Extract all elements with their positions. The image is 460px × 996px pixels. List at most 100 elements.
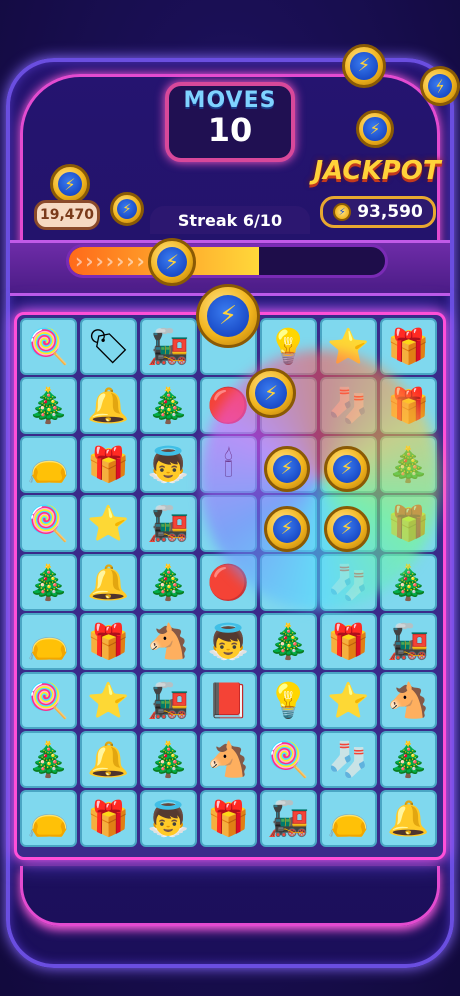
tile-star[interactable]: ⭐	[320, 318, 377, 375]
wreath-icon: 🎄	[27, 739, 70, 780]
jackpot-value: 93,590	[357, 202, 423, 222]
tile-gift-box[interactable]: 🎁	[80, 436, 137, 493]
tile-stocking[interactable]: 🧦	[320, 377, 377, 434]
angel-icon: 👼	[207, 621, 250, 662]
bonus-coin-icon: ⚡	[264, 506, 310, 552]
wreath-icon: 🎄	[267, 621, 310, 662]
toy-train-icon: 🚂	[267, 798, 310, 839]
candy-cane-icon: 🍭	[267, 739, 310, 780]
tile-christmas-tree[interactable]: 🎄	[140, 731, 197, 788]
tile-bells[interactable]: 🔔	[80, 731, 137, 788]
gift-box-icon: 🎁	[87, 621, 130, 662]
christmas-tree-icon: 🎄	[147, 562, 190, 603]
flying-coin-icon: ⚡	[110, 192, 144, 226]
tile-santa-sack[interactable]: 👝	[20, 436, 77, 493]
tile-wreath[interactable]: 🎄	[380, 731, 437, 788]
tile-star[interactable]: ⭐	[80, 495, 137, 552]
tile-wreath[interactable]: 🎄	[20, 377, 77, 434]
candle-icon: 🕯	[223, 444, 234, 485]
tile-toy-train[interactable]: 🚂	[140, 495, 197, 552]
tile-christmas-tree[interactable]: 🎄	[140, 554, 197, 611]
tile-ornament[interactable]: 🔴	[200, 554, 257, 611]
tile-toy-train[interactable]: 🚂	[140, 318, 197, 375]
tile-angel[interactable]: 👼	[140, 790, 197, 847]
falling-coin-icon: ⚡	[246, 368, 296, 418]
moves-counter: MOVES 10	[165, 82, 295, 162]
santa-sack-icon: 👝	[27, 621, 70, 662]
balance-coin-icon: ⚡	[50, 164, 90, 204]
tile-star[interactable]: ⭐	[320, 672, 377, 729]
tile-bells[interactable]: 🔔	[80, 554, 137, 611]
tile-christmas-tree[interactable]: 🎄	[380, 554, 437, 611]
tile-santa-sack[interactable]: 👝	[20, 790, 77, 847]
wreath-icon: 🎄	[27, 562, 70, 603]
tile-empty[interactable]	[260, 554, 317, 611]
angel-icon: 👼	[147, 798, 190, 839]
stocking-icon: 🧦	[327, 739, 370, 780]
rocking-horse-icon: 🐴	[147, 621, 190, 662]
game-board[interactable]: 🍭 🏷 🚂 💡 ⭐ 🎁 🎄 🔔 🎄 🔴 🧦 🎁 👝 🎁 👼 🕯 🎄 🍭 ⭐ 🚂 🎁 🎄 🔔 🎄 🔴 🧦 🎄 👝 🎁 🐴 👼 🎄 🎁 🚂 🍭 ⭐ 🚂 📕 💡 ⭐…	[20, 318, 440, 854]
gift-box-icon: 🎁	[327, 621, 370, 662]
tile-toy-train[interactable]: 🚂	[140, 672, 197, 729]
stocking-icon: 🧦	[327, 385, 370, 426]
ornament-icon: 🔴	[207, 562, 250, 603]
toy-train-icon: 🚂	[147, 503, 190, 544]
tile-bells[interactable]: 🔔	[80, 377, 137, 434]
tile-santa-sack[interactable]: 👝	[320, 790, 377, 847]
tile-candy-cane[interactable]: 🍭	[20, 318, 77, 375]
tile-angel[interactable]: 👼	[140, 436, 197, 493]
tile-wreath[interactable]: 🎄	[20, 554, 77, 611]
tile-rocking-horse[interactable]: 🐴	[380, 672, 437, 729]
bells-icon: 🔔	[87, 562, 130, 603]
tile-wreath[interactable]: 🎄	[380, 436, 437, 493]
toy-train-icon: 🚂	[387, 621, 430, 662]
rocking-horse-icon: 🐴	[207, 739, 250, 780]
santa-sack-icon: 👝	[27, 798, 70, 839]
wreath-icon: 🎄	[27, 385, 70, 426]
tile-candy-cane[interactable]: 🍭	[20, 495, 77, 552]
bells-icon: 🔔	[387, 798, 430, 839]
star-icon: ⭐	[87, 503, 130, 544]
tile-bells[interactable]: 🔔	[380, 790, 437, 847]
tile-storybook[interactable]: 📕	[200, 672, 257, 729]
jackpot-amount: ⚡ 93,590	[320, 196, 436, 228]
coin-balance: 19,470	[34, 200, 100, 230]
tile-candy-cane[interactable]: 🍭	[20, 672, 77, 729]
tile-santa-sack[interactable]: 👝	[20, 613, 77, 670]
tile-wrapping-paper[interactable]: 🎁	[380, 318, 437, 375]
tile-candy-cane[interactable]: 🍭	[260, 731, 317, 788]
tile-rocking-horse[interactable]: 🐴	[200, 731, 257, 788]
angel-icon: 👼	[147, 444, 190, 485]
tile-gift-box[interactable]: 🎁	[200, 790, 257, 847]
tile-stocking[interactable]: 🧦	[320, 554, 377, 611]
tile-toy-train[interactable]: 🚂	[260, 790, 317, 847]
ornament-icon: 🔴	[207, 385, 250, 426]
falling-coin-icon: ⚡	[196, 284, 260, 348]
tile-gift-tag[interactable]: 🏷	[80, 318, 137, 375]
streak-progress-bar: ›››››››››››	[66, 244, 388, 278]
tile-light-string[interactable]: 💡	[260, 318, 317, 375]
tile-christmas-tree[interactable]: 🎄	[140, 377, 197, 434]
tile-gift-box[interactable]: 🎁	[80, 790, 137, 847]
tile-toy-train[interactable]: 🚂	[380, 613, 437, 670]
tile-stocking[interactable]: 🧦	[320, 731, 377, 788]
star-icon: ⭐	[87, 680, 130, 721]
tile-gift-box[interactable]: 🎁	[320, 613, 377, 670]
candy-cane-icon: 🍭	[27, 680, 70, 721]
streak-marker-coin-icon: ⚡	[148, 238, 196, 286]
tile-rocking-horse[interactable]: 🐴	[140, 613, 197, 670]
tile-light-string[interactable]: 💡	[260, 672, 317, 729]
streak-label: Streak 6/10	[150, 206, 310, 234]
tile-gift-box[interactable]: 🎁	[80, 613, 137, 670]
tile-star[interactable]: ⭐	[80, 672, 137, 729]
tile-candle[interactable]: 🕯	[200, 436, 257, 493]
wreath-icon: 🎄	[387, 739, 430, 780]
tile-gift-box[interactable]: 🎁	[380, 377, 437, 434]
santa-sack-icon: 👝	[27, 444, 70, 485]
star-icon: ⭐	[327, 326, 370, 367]
tile-angel[interactable]: 👼	[200, 613, 257, 670]
tile-wreath[interactable]: 🎄	[260, 613, 317, 670]
tile-wrapping-paper[interactable]: 🎁	[380, 495, 437, 552]
tile-wreath[interactable]: 🎄	[20, 731, 77, 788]
tile-empty[interactable]	[200, 495, 257, 552]
